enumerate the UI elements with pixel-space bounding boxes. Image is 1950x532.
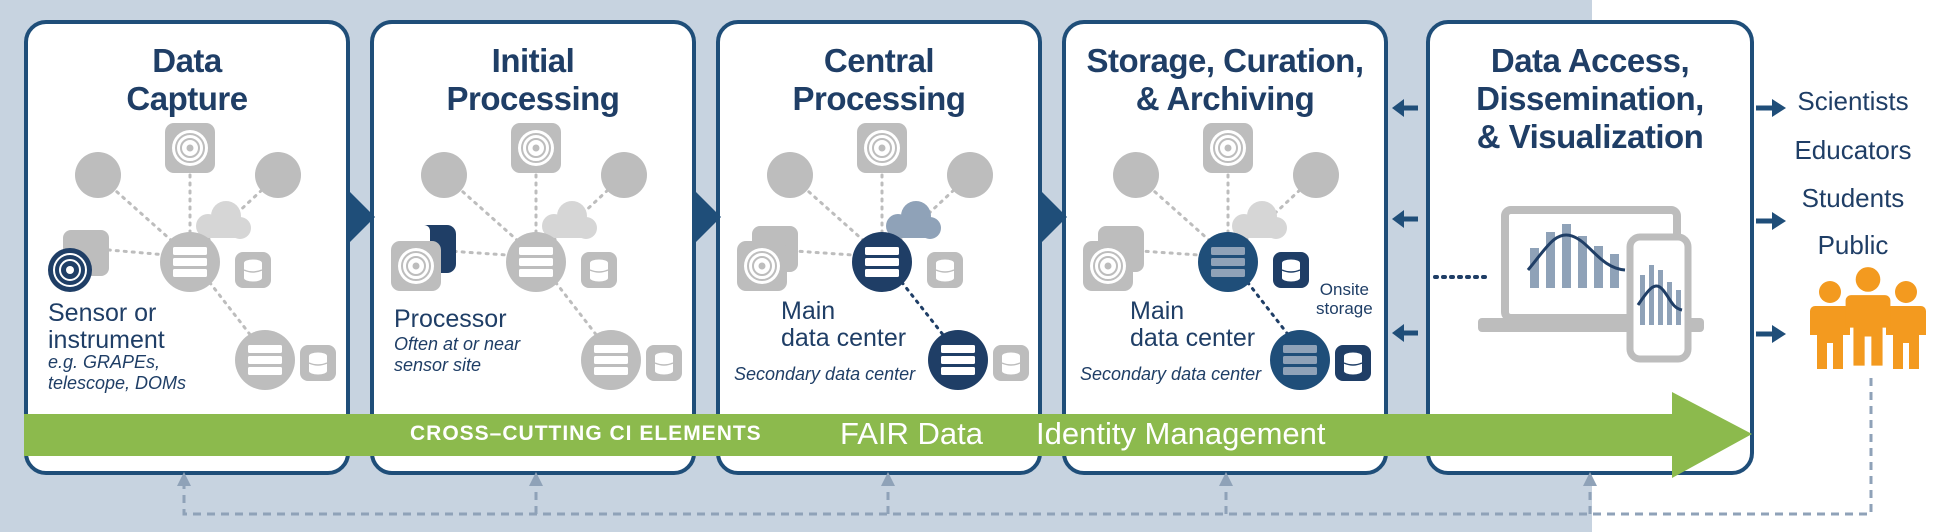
stage-title: Central Processing (792, 42, 966, 117)
processor-note: Often at or near sensor site (394, 334, 521, 375)
sensor-examples: e.g. GRAPEs, telescope, DOMs (48, 352, 187, 393)
stage-data-access: Data Access, Dissemination, & Visualizat… (1426, 20, 1754, 475)
main-data-center-label: Main data center (781, 297, 907, 352)
ci-lifecycle-diagram: Data Capture Initial Processing Central … (0, 0, 1950, 532)
stage-initial-processing: Initial Processing (370, 20, 696, 475)
secondary-data-center-label: Secondary data center (734, 364, 916, 384)
onsite-storage-label: Onsite storage (1316, 280, 1373, 318)
stage-title: Data Capture (126, 42, 248, 117)
stage-storage-curation-archiving: Storage, Curation, & Archiving (1062, 20, 1388, 475)
audience-scientists: Scientists (1797, 86, 1909, 116)
audience-arrow-mid (1756, 212, 1786, 230)
stage-title: Storage, Curation, & Archiving (1086, 42, 1364, 117)
audience-educators: Educators (1794, 135, 1912, 165)
stage-title: Data Access, Dissemination, & Visualizat… (1476, 42, 1704, 155)
processor-label: Processor (394, 305, 507, 333)
audience-arrow-top (1756, 99, 1786, 117)
audience-arrow-bot (1756, 325, 1786, 343)
secondary-data-center-label: Secondary data center (1080, 364, 1262, 384)
audience-people-icon (1810, 267, 1926, 369)
stage-central-processing: Central Processing (716, 20, 1042, 475)
stage-title: Initial Processing (446, 42, 620, 117)
audience-students: Students (1801, 183, 1905, 213)
sensor-label: Sensor or instrument (48, 299, 165, 354)
stage-data-capture: Data Capture (24, 20, 350, 475)
main-data-center-label: Main data center (1130, 297, 1256, 352)
audience-public: Public (1817, 230, 1889, 260)
